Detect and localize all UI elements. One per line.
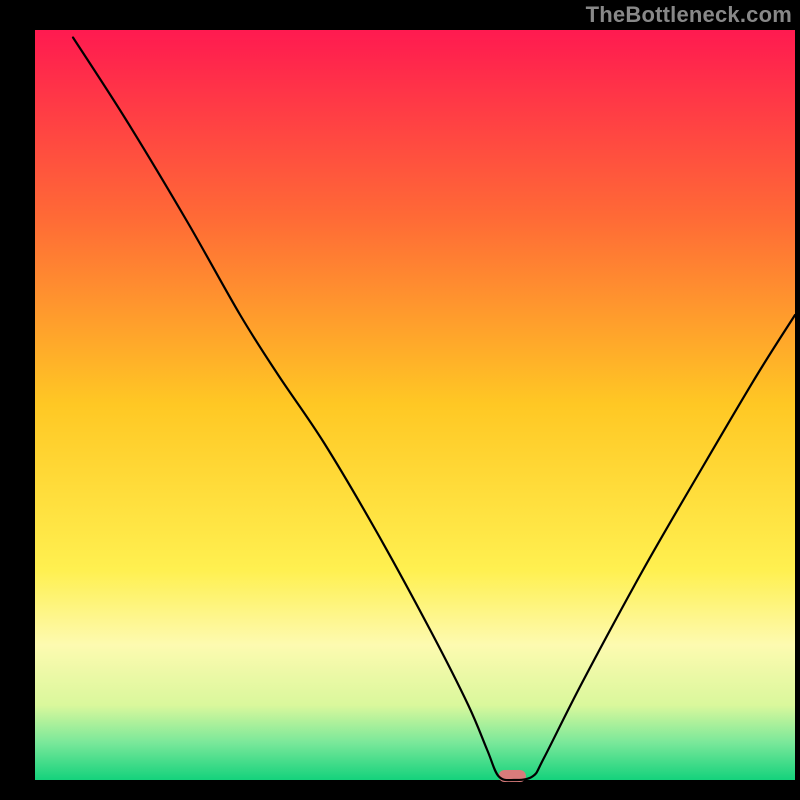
watermark-text: TheBottleneck.com bbox=[586, 2, 792, 28]
chart-background bbox=[35, 30, 795, 780]
chart-frame: TheBottleneck.com bbox=[0, 0, 800, 800]
bottleneck-chart bbox=[0, 0, 800, 800]
